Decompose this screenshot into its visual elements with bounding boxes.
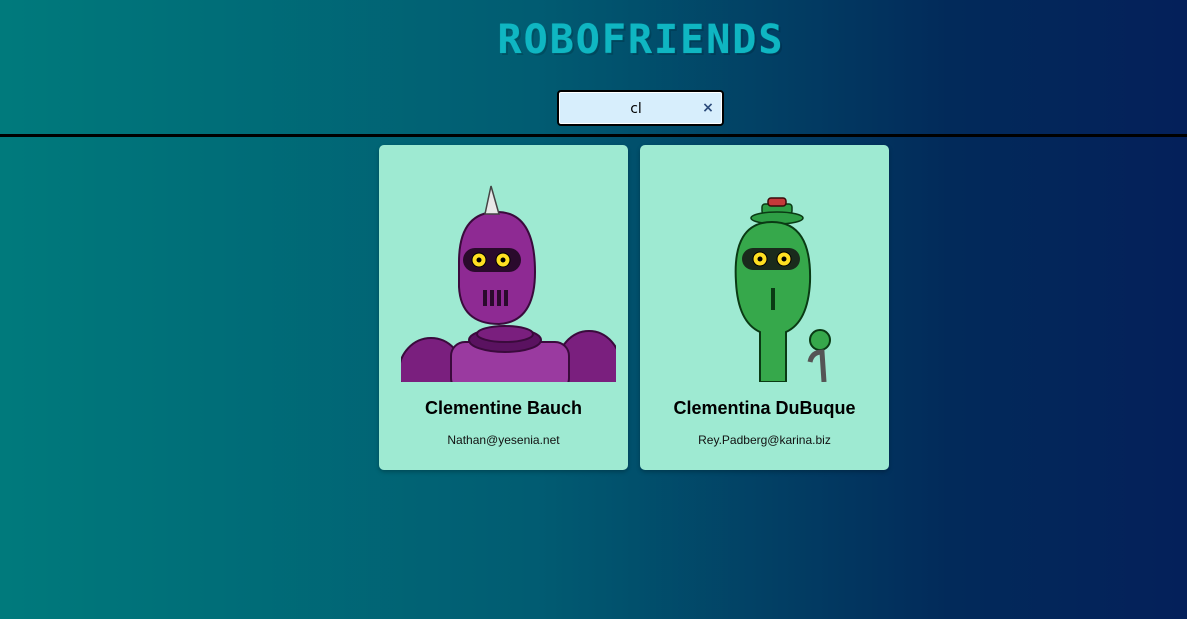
header-divider xyxy=(0,134,1187,137)
robot-name: Clementina DuBuque xyxy=(673,398,856,418)
app-title: ROBOFRIENDS xyxy=(497,17,785,63)
robot-name: Clementine Bauch xyxy=(424,398,583,418)
clear-search-icon[interactable]: × xyxy=(700,99,716,117)
robot-card: Clementina DuBuque Rey.Padberg@karina.bi… xyxy=(640,145,889,470)
robot-avatar xyxy=(662,182,877,382)
purple-robot-icon xyxy=(401,185,616,382)
robot-avatar xyxy=(401,182,616,382)
search-box: × xyxy=(557,90,724,126)
robot-email: Rey.Padberg@karina.biz xyxy=(698,433,831,447)
search-input[interactable] xyxy=(569,92,703,126)
robot-card: Clementine Bauch Nathan@yesenia.net xyxy=(379,145,628,470)
green-robot-icon xyxy=(734,197,831,382)
robot-email: Nathan@yesenia.net xyxy=(447,433,560,447)
